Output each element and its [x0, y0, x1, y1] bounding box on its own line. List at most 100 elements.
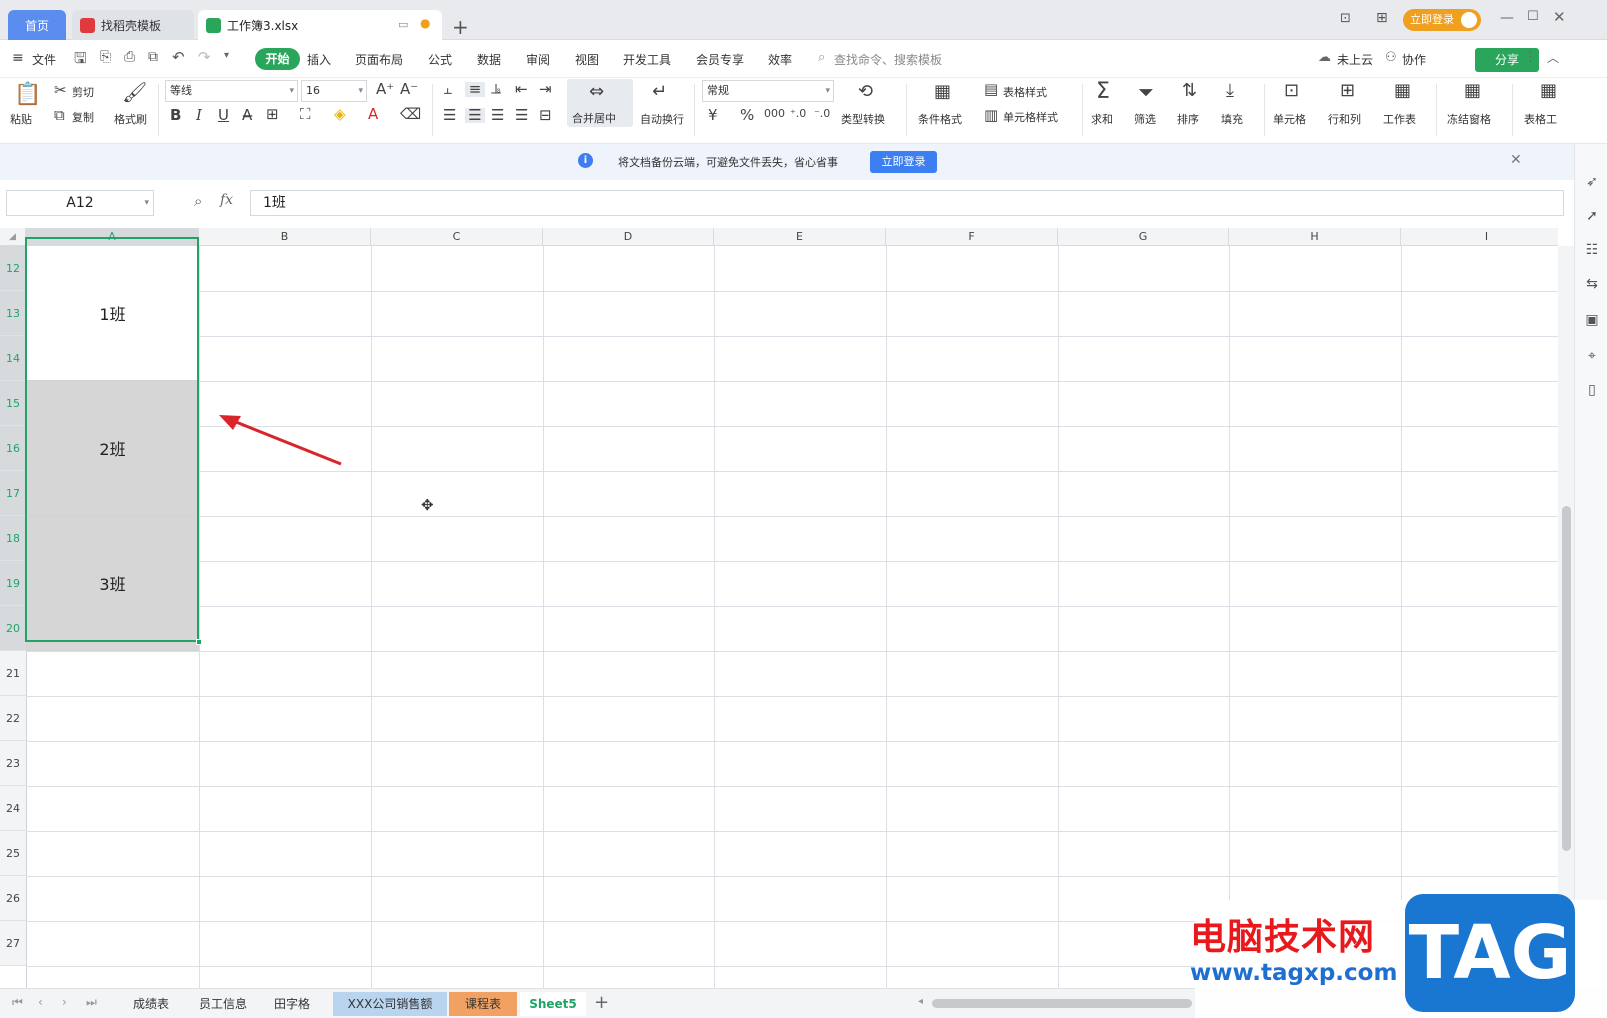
- maximize-icon[interactable]: ☐: [1527, 9, 1539, 24]
- scroll-left-icon[interactable]: ◂: [918, 996, 923, 1007]
- fill-handle[interactable]: [196, 639, 202, 645]
- row-header-19[interactable]: 19: [0, 561, 26, 606]
- first-sheet-icon[interactable]: ⏮: [12, 995, 23, 1010]
- monitor-icon[interactable]: ▭: [398, 18, 408, 31]
- row-header-26[interactable]: 26: [0, 876, 26, 921]
- row-header-16[interactable]: 16: [0, 426, 26, 471]
- row-header-15[interactable]: 15: [0, 381, 26, 426]
- row-header-20[interactable]: 20: [0, 606, 26, 651]
- settings-sliders-icon[interactable]: ☷: [1583, 242, 1601, 258]
- row-header-24[interactable]: 24: [0, 786, 26, 831]
- more-icon[interactable]: ⋮: [1524, 50, 1537, 65]
- merge-center-button[interactable]: ⇔ 合并居中: [567, 79, 633, 127]
- export-icon[interactable]: ⎘: [100, 49, 111, 65]
- paste-icon[interactable]: 📋: [14, 84, 41, 106]
- format-painter-icon[interactable]: 🖌: [122, 82, 147, 102]
- clear-format-icon[interactable]: ⌫: [400, 107, 421, 122]
- indent-increase-icon[interactable]: ⇥: [539, 82, 552, 97]
- notice-close-icon[interactable]: ✕: [1510, 152, 1522, 168]
- row-header-27[interactable]: 27: [0, 921, 26, 966]
- align-center-icon[interactable]: ☰: [465, 108, 485, 123]
- menu-member[interactable]: 会员专享: [696, 51, 744, 68]
- copy-button[interactable]: 复制: [72, 109, 94, 125]
- cell-style-button[interactable]: 单元格样式: [1003, 109, 1058, 125]
- command-search-input[interactable]: 查找命令、搜索模板: [834, 51, 942, 68]
- bold-icon[interactable]: B: [170, 108, 181, 123]
- login-button[interactable]: 立即登录: [1403, 9, 1481, 31]
- cell-icon[interactable]: ⊡: [1284, 82, 1299, 100]
- name-box[interactable]: A12 ▾: [6, 190, 154, 216]
- currency-icon[interactable]: ¥: [708, 108, 718, 123]
- percent-icon[interactable]: %: [740, 108, 754, 123]
- spreadsheet-grid[interactable]: ◢ A B C D E F G H I 12 13 14 15 16 17 18…: [0, 228, 1558, 988]
- minimize-icon[interactable]: —: [1500, 10, 1514, 26]
- sort-label[interactable]: 排序: [1177, 111, 1199, 127]
- increase-decimal-icon[interactable]: ⁺.0: [790, 108, 806, 119]
- table-tools-icon[interactable]: ▦: [1540, 82, 1557, 100]
- row-header-13[interactable]: 13: [0, 291, 26, 336]
- row-header-17[interactable]: 17: [0, 471, 26, 516]
- row-header-23[interactable]: 23: [0, 741, 26, 786]
- sheet-tab-sales[interactable]: XXX公司销售额: [333, 992, 447, 1016]
- rocket-icon[interactable]: ➶: [1583, 174, 1601, 190]
- column-header-b[interactable]: B: [199, 228, 371, 246]
- collapse-ribbon-icon[interactable]: ︿: [1547, 49, 1559, 66]
- decrease-font-icon[interactable]: A⁻: [400, 82, 418, 97]
- menu-efficiency[interactable]: 效率: [768, 51, 792, 68]
- table-tools-label[interactable]: 表格工: [1524, 111, 1557, 127]
- table-style-button[interactable]: 表格样式: [1003, 84, 1047, 100]
- column-header-e[interactable]: E: [714, 228, 886, 246]
- justify-icon[interactable]: ☰: [515, 108, 528, 123]
- freeze-label[interactable]: 冻结窗格: [1447, 111, 1491, 127]
- layout-icon[interactable]: ⊡: [1340, 11, 1351, 26]
- column-header-h[interactable]: H: [1229, 228, 1401, 246]
- redo-icon[interactable]: ↷: [198, 48, 211, 66]
- column-header-g[interactable]: G: [1058, 228, 1229, 246]
- sheet-tab-schedule[interactable]: 课程表: [449, 992, 517, 1016]
- font-size-select[interactable]: 16: [301, 80, 367, 102]
- fill-label[interactable]: 填充: [1221, 111, 1243, 127]
- add-sheet-icon[interactable]: +: [594, 992, 609, 1013]
- wrap-text-label[interactable]: 自动换行: [640, 111, 684, 127]
- column-header-f[interactable]: F: [886, 228, 1058, 246]
- cell-label[interactable]: 单元格: [1273, 111, 1306, 127]
- conditional-format-icon[interactable]: ▦: [934, 83, 951, 101]
- menu-formulas[interactable]: 公式: [428, 51, 452, 68]
- number-format-select[interactable]: 常规: [702, 80, 834, 102]
- formula-input[interactable]: 1班: [250, 190, 1564, 216]
- menu-review[interactable]: 审阅: [526, 51, 550, 68]
- row-header-18[interactable]: 18: [0, 516, 26, 561]
- column-header-i[interactable]: I: [1401, 228, 1558, 246]
- increase-font-icon[interactable]: A⁺: [376, 82, 394, 97]
- notice-login-button[interactable]: 立即登录: [870, 151, 937, 173]
- image-icon[interactable]: ▣: [1583, 312, 1601, 328]
- distributed-icon[interactable]: ⊟: [539, 108, 552, 123]
- border-icon[interactable]: ⊞: [266, 107, 279, 122]
- new-tab-button[interactable]: +: [452, 12, 476, 42]
- align-middle-icon[interactable]: ≡: [465, 82, 485, 97]
- rowcol-icon[interactable]: ⊞: [1340, 82, 1355, 100]
- menu-developer[interactable]: 开发工具: [623, 51, 671, 68]
- row-header-22[interactable]: 22: [0, 696, 26, 741]
- align-right-icon[interactable]: ☰: [491, 108, 504, 123]
- tab-templates[interactable]: 找稻壳模板: [72, 10, 194, 40]
- sheet-tab-employees[interactable]: 员工信息: [188, 992, 258, 1016]
- apps-grid-icon[interactable]: ⊞: [1376, 10, 1388, 26]
- tab-workbook[interactable]: 工作簿3.xlsx ▭ ●: [198, 10, 442, 40]
- column-header-c[interactable]: C: [371, 228, 543, 246]
- indent-decrease-icon[interactable]: ⇤: [515, 82, 528, 97]
- type-convert-label[interactable]: 类型转换: [841, 111, 885, 127]
- save-icon[interactable]: 🖫: [74, 48, 87, 73]
- menu-hamburger-icon[interactable]: ≡: [12, 50, 24, 66]
- fx-icon[interactable]: fx: [220, 192, 233, 208]
- scrollbar-thumb[interactable]: [1562, 506, 1571, 851]
- menu-start[interactable]: 开始: [255, 48, 300, 70]
- row-header-12[interactable]: 12: [0, 246, 26, 291]
- filter-label[interactable]: 筛选: [1134, 111, 1156, 127]
- paste-label[interactable]: 粘贴: [10, 111, 32, 127]
- freeze-icon[interactable]: ▦: [1464, 82, 1481, 100]
- filter-icon[interactable]: ⏷: [1138, 82, 1154, 102]
- italic-icon[interactable]: I: [196, 108, 202, 123]
- underline-icon[interactable]: U: [218, 108, 229, 123]
- fill-color-icon[interactable]: ◈: [334, 107, 346, 122]
